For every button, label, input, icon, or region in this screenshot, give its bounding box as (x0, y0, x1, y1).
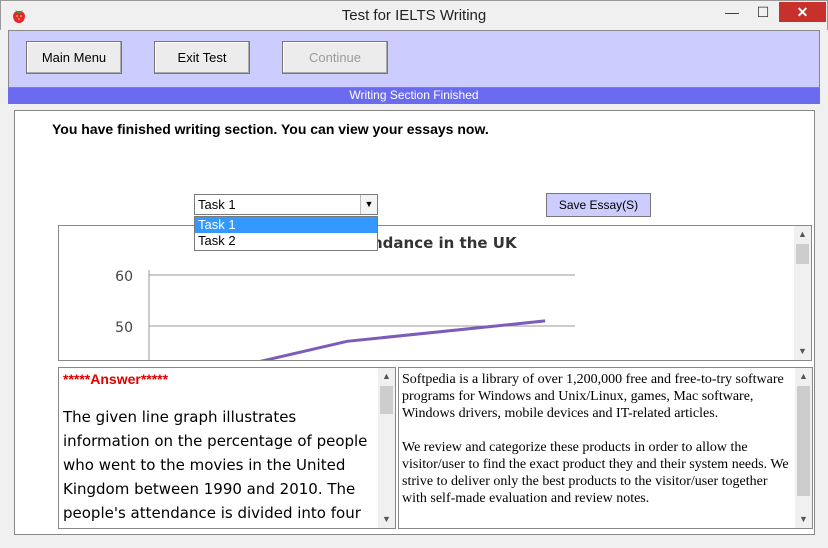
main-menu-button[interactable]: Main Menu (26, 41, 122, 74)
answer-scrollbar[interactable]: ▲ ▼ (378, 368, 395, 528)
answer-heading: *****Answer***** (63, 371, 169, 387)
scroll-thumb[interactable] (797, 386, 810, 496)
info-paragraph: We review and categorize these products … (402, 440, 789, 506)
scroll-up-icon[interactable]: ▲ (378, 368, 395, 385)
task-dropdown-list: Task 1 Task 2 (194, 216, 378, 251)
answer-panel[interactable]: *****Answer***** The given line graph il… (58, 367, 396, 529)
line-chart: ndance in the UK 60 50 (115, 234, 575, 360)
scroll-up-icon[interactable]: ▲ (794, 226, 811, 243)
chart-title: ndance in the UK (372, 234, 518, 252)
close-button[interactable]: ✕ (779, 2, 826, 22)
info-scrollbar[interactable]: ▲ ▼ (795, 368, 812, 528)
info-panel[interactable]: Softpedia is a library of over 1,200,000… (398, 367, 813, 529)
window-title: Test for IELTS Writing (341, 7, 487, 24)
task-select-value: Task 1 (198, 197, 236, 212)
title-bar: Test for IELTS Writing — ☐ ✕ (0, 0, 828, 30)
scroll-up-icon[interactable]: ▲ (795, 368, 812, 385)
task-option-1[interactable]: Task 1 (195, 217, 377, 233)
save-essay-button[interactable]: Save Essay(S) (546, 193, 651, 217)
section-header: Writing Section Finished (8, 88, 820, 104)
task-select[interactable]: Task 1 ▼ (194, 194, 378, 215)
scroll-down-icon[interactable]: ▼ (795, 511, 812, 528)
button-toolbar: Main Menu Exit Test Continue (8, 30, 820, 88)
chevron-down-icon[interactable]: ▼ (360, 195, 377, 214)
scroll-down-icon[interactable]: ▼ (378, 511, 395, 528)
graph-panel: ndance in the UK 60 50 ▲ ▼ (58, 225, 812, 361)
ytick-label-60: 60 (115, 269, 133, 285)
minimize-button[interactable]: — (719, 2, 745, 22)
info-paragraph: Softpedia is a library of over 1,200,000… (402, 372, 784, 421)
graph-scrollbar[interactable]: ▲ ▼ (794, 226, 811, 360)
maximize-button[interactable]: ☐ (750, 2, 776, 22)
scroll-thumb[interactable] (380, 386, 393, 414)
exit-test-button[interactable]: Exit Test (154, 41, 250, 74)
answer-text[interactable]: The given line graph illustrates informa… (63, 405, 373, 528)
series-line-1 (259, 319, 546, 360)
continue-button: Continue (282, 41, 388, 74)
finish-message: You have finished writing section. You c… (52, 121, 489, 137)
scroll-down-icon[interactable]: ▼ (794, 343, 811, 360)
info-text[interactable]: Softpedia is a library of over 1,200,000… (402, 371, 794, 524)
ytick-label-50: 50 (115, 320, 133, 336)
scroll-thumb[interactable] (796, 244, 809, 264)
task-option-2[interactable]: Task 2 (195, 233, 377, 249)
